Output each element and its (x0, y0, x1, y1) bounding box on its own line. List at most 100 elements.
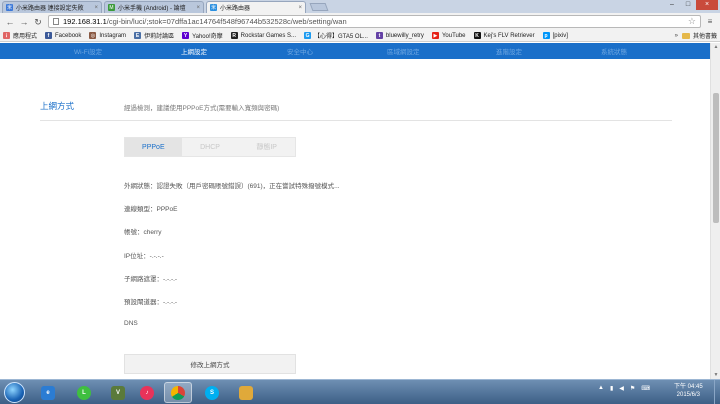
modify-connection-button[interactable]: 修改上網方式 (124, 354, 296, 374)
info-value: PPPoE (156, 206, 178, 213)
taskbar-chrome[interactable] (164, 382, 192, 403)
info-value: 認證失敗（用戶密碼賬號錯誤）(691)，正在嘗試特殊撥號模式... (156, 183, 340, 190)
taskbar-line[interactable]: L (70, 382, 98, 403)
browser-tab-2[interactable]: M 小米手機 (Android) - 論壇 × (104, 1, 204, 13)
reload-icon[interactable]: ↻ (32, 16, 44, 28)
info-label: 預設閘道器： (124, 299, 163, 306)
nav-lan-settings[interactable]: 區域網設定 (387, 46, 420, 56)
bookmark-youtube[interactable]: ▶ YouTube (431, 32, 466, 39)
bookmark-star-icon[interactable]: ☆ (688, 16, 696, 27)
bookmark-yahoo[interactable]: Y Yahoo!奇摩 (182, 31, 223, 40)
other-bookmarks[interactable]: 其他書籤 (681, 31, 717, 40)
router-page: Wi-Fi設定 上網設定 安全中心 區域網設定 進階設定 系統狀態 上網方式 經… (0, 43, 710, 379)
browser-toolbar: ← → ↻ 192.168.31.1/cgi-bin/luci/;stok=07… (0, 13, 720, 30)
info-label: DNS (124, 320, 138, 327)
yahoo-icon: Y (182, 32, 190, 39)
menu-icon[interactable]: ≡ (704, 16, 716, 28)
taskbar-clock[interactable]: 下午 04:45 2015/6/3 (674, 383, 703, 399)
account-row: 帳號：cherry (124, 226, 162, 236)
mode-tab-dhcp[interactable]: DHCP (182, 138, 239, 156)
scroll-down-icon[interactable]: ▼ (711, 371, 720, 379)
forward-icon[interactable]: → (18, 16, 30, 28)
tab-strip: 米 小米路由器 連接設定失敗 × M 小米手機 (Android) - 論壇 ×… (0, 0, 720, 13)
info-value: -.-.-.- (163, 276, 178, 283)
xiaomi-favicon: 米 (6, 4, 13, 11)
minimize-icon[interactable]: – (664, 0, 680, 10)
connection-type-row: 連線類型：PPPoE (124, 203, 177, 213)
info-value: cherry (143, 229, 162, 236)
bookmark-kej[interactable]: K Kej's FLV Retriever (473, 32, 535, 39)
taskbar-itunes[interactable]: ♪ (133, 382, 161, 403)
back-icon[interactable]: ← (4, 16, 16, 28)
bookmark-label: YouTube (441, 32, 466, 39)
system-tray: ▲ ▮ ◀ ⚑ ⌨ (598, 385, 650, 392)
mode-tab-static-ip[interactable]: 靜態IP (238, 138, 295, 156)
url-text[interactable]: 192.168.31.1/cgi-bin/luci/;stok=07dffa1a… (63, 17, 688, 26)
bookmark-label: Facebook (55, 32, 82, 39)
url-host: 192.168.31.1 (63, 17, 107, 26)
window-close-icon[interactable]: × (696, 0, 718, 10)
bookmark-pixiv[interactable]: p [pixiv] (542, 32, 568, 39)
show-desktop-button[interactable] (714, 380, 720, 404)
tab-title: 小米路由器 連接設定失敗 (16, 6, 84, 12)
browser-tab-3[interactable]: 米 小米路由器 × (206, 1, 306, 13)
tray-expand-icon[interactable]: ▲ (598, 385, 604, 392)
bookmark-label: Kej's FLV Retriever (483, 32, 535, 39)
taskbar-ie[interactable]: e (34, 382, 62, 403)
bookmark-eyny[interactable]: E 伊莉討論區 (134, 31, 174, 40)
bookmark-rockstar[interactable]: R Rockstar Games S... (230, 32, 297, 39)
youtube-icon: ▶ (431, 32, 439, 39)
bookmark-facebook[interactable]: f Facebook (45, 32, 81, 39)
pixiv-icon: p (542, 32, 550, 39)
vector-icon: V (111, 385, 125, 400)
subnet-mask-row: 子網路遮罩：-.-.-.- (124, 273, 177, 283)
bookmark-twitch[interactable]: t bluewilly_retry (375, 32, 424, 39)
default-gateway-row: 預設閘道器：-.-.-.- (124, 296, 177, 306)
info-label: IP位址： (124, 253, 150, 260)
browser-tab-1[interactable]: 米 小米路由器 連接設定失敗 × (2, 1, 102, 13)
info-value: -.-.-.- (163, 299, 178, 306)
taskbar-vector[interactable]: V (104, 382, 132, 403)
nav-wifi-settings[interactable]: Wi-Fi設定 (74, 46, 102, 56)
bookmark-label: Instagram (99, 32, 127, 39)
nav-system-status[interactable]: 系統狀態 (601, 46, 627, 56)
bookmark-label: Rockstar Games S... (240, 32, 297, 39)
bookmarks-overflow-icon[interactable]: » (675, 33, 678, 39)
taskbar-explorer[interactable] (232, 382, 260, 403)
nav-security-center[interactable]: 安全中心 (287, 46, 313, 56)
nav-internet-settings[interactable]: 上網設定 (181, 46, 207, 56)
rockstar-icon: R (230, 32, 238, 39)
bookmark-label: 伊莉討論區 (144, 34, 175, 40)
bookmark-apps[interactable]: ⋮ 應用程式 (3, 31, 37, 40)
address-bar[interactable]: 192.168.31.1/cgi-bin/luci/;stok=07dffa1a… (48, 15, 701, 28)
skype-icon: S (205, 385, 219, 400)
mode-tab-pppoe[interactable]: PPPoE (125, 138, 182, 156)
window-controls: – □ × (664, 0, 718, 10)
new-tab-button[interactable] (309, 3, 329, 11)
volume-icon[interactable]: ◀ (619, 385, 624, 392)
info-label: 外網狀態： (124, 183, 157, 190)
keyboard-icon[interactable]: ⌨ (641, 385, 650, 392)
bookmarks-bar: ⋮ 應用程式 f Facebook ◎ Instagram E 伊莉討論區 Y Yahoo… (0, 30, 720, 42)
url-path: /cgi-bin/luci/;stok=07dffa1ac14764f548f9… (106, 17, 347, 26)
bookmark-label: bluewilly_retry (385, 32, 424, 39)
close-icon[interactable]: × (196, 5, 200, 11)
nav-advanced-settings[interactable]: 進階設定 (496, 46, 522, 56)
router-top-nav: Wi-Fi設定 上網設定 安全中心 區域網設定 進階設定 系統狀態 (0, 43, 710, 59)
start-button[interactable] (4, 382, 25, 403)
flag-icon[interactable]: ⚑ (630, 385, 635, 392)
itunes-icon: ♪ (140, 385, 154, 400)
close-icon[interactable]: × (298, 5, 302, 11)
close-icon[interactable]: × (94, 5, 98, 11)
bookmark-instagram[interactable]: ◎ Instagram (89, 32, 126, 39)
taskbar-skype[interactable]: S (198, 382, 226, 403)
scroll-up-icon[interactable]: ▲ (711, 43, 720, 51)
bookmark-gamer[interactable]: G 【心得】GTA5 OL... (304, 31, 368, 40)
line-icon: L (77, 385, 91, 400)
scrollbar-thumb[interactable] (713, 93, 719, 223)
network-icon[interactable]: ▮ (610, 385, 613, 392)
clock-time: 下午 04:45 (674, 384, 703, 390)
maximize-icon[interactable]: □ (680, 0, 696, 10)
eyny-icon: E (134, 32, 142, 39)
page-scrollbar[interactable]: ▲ ▼ (710, 43, 720, 379)
